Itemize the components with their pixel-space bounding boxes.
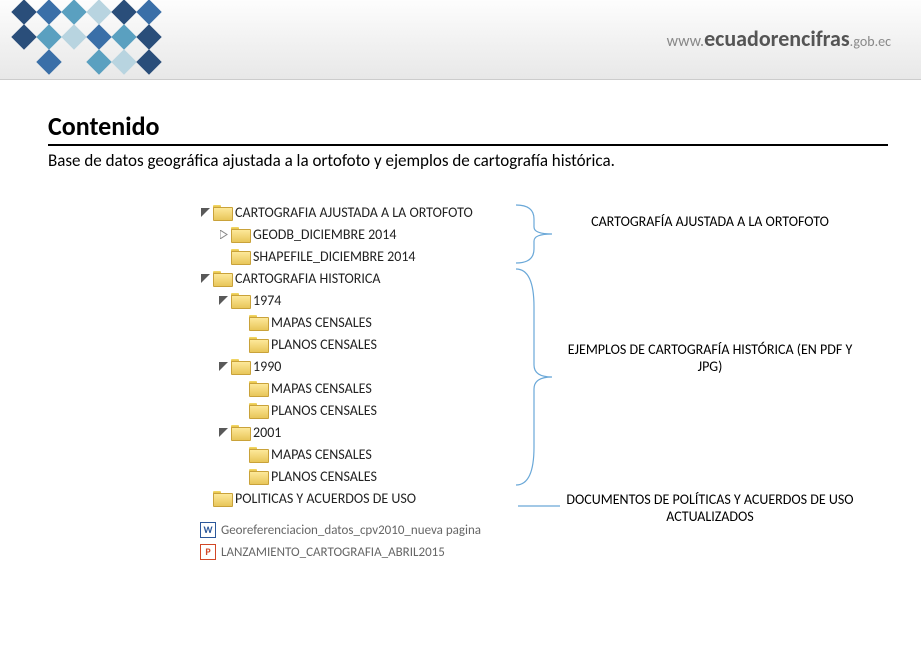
folder-icon [231,293,249,307]
page-title: Contenido [48,110,888,146]
tree-folder-1990-planos[interactable]: PLANOS CENSALES [200,399,520,421]
arrow-spacer [218,251,229,262]
tree-folder-1990-mapas[interactable]: MAPAS CENSALES [200,377,520,399]
annotation-politicas: DOCUMENTOS DE POLÍTICAS Y ACUERDOS DE US… [560,491,860,525]
expand-arrow-icon[interactable] [218,361,229,372]
word-icon: W [200,522,216,538]
bracket-icon [516,267,556,487]
folder-icon [249,469,267,483]
expand-arrow-icon[interactable] [218,427,229,438]
folder-icon [249,447,267,461]
tree-label: 2001 [253,424,281,441]
annotations-panel: CARTOGRAFÍA AJUSTADA A LA ORTOFOTO EJEMP… [540,201,880,563]
tree-folder-1974-planos[interactable]: PLANOS CENSALES [200,333,520,355]
connector-line-icon [518,501,562,511]
logo-cubes [0,0,200,85]
url-domain: ecuadorencifras [704,25,850,52]
arrow-spacer [236,449,247,460]
annotation-ortofoto: CARTOGRAFÍA AJUSTADA A LA ORTOFOTO [560,213,860,230]
folder-icon [213,271,231,285]
tree-folder-politicas[interactable]: POLITICAS Y ACUERDOS DE USO [200,487,520,509]
folder-icon [231,227,249,241]
url-www: www. [667,32,704,51]
expand-arrow-icon[interactable] [200,273,211,284]
header-url: www.ecuadorencifras.gob.ec [667,25,891,52]
arrow-spacer [200,493,211,504]
folder-icon [213,491,231,505]
tree-folder-shapefile[interactable]: SHAPEFILE_DICIEMBRE 2014 [200,245,520,267]
tree-label: PLANOS CENSALES [271,402,377,419]
tree-label: SHAPEFILE_DICIEMBRE 2014 [253,248,416,265]
collapse-arrow-icon[interactable] [218,229,229,240]
folder-icon [249,315,267,329]
tree-label: CARTOGRAFIA AJUSTADA A LA ORTOFOTO [235,204,473,221]
tree-folder-1990[interactable]: 1990 [200,355,520,377]
content-area: CARTOGRAFIA AJUSTADA A LA ORTOFOTO GEODB… [200,201,921,563]
arrow-spacer [236,405,247,416]
tree-folder-2001-mapas[interactable]: MAPAS CENSALES [200,443,520,465]
folder-icon [231,249,249,263]
tree-label: MAPAS CENSALES [271,314,372,331]
folder-icon [249,381,267,395]
tree-folder-cartografia-historica[interactable]: CARTOGRAFIA HISTORICA [200,267,520,289]
arrow-spacer [236,471,247,482]
tree-label: PLANOS CENSALES [271,468,377,485]
bracket-icon [516,203,556,265]
annotation-historica: EJEMPLOS DE CARTOGRAFÍA HISTÓRICA (EN PD… [560,341,860,375]
url-tld: .gob.ec [850,33,891,50]
folder-icon [231,359,249,373]
tree-file-word[interactable]: W Georeferenciacion_datos_cpv2010_nueva … [200,519,520,541]
powerpoint-icon: P [200,544,216,560]
tree-label: GEODB_DICIEMBRE 2014 [253,226,396,243]
folder-icon [249,403,267,417]
tree-label: 1990 [253,358,281,375]
tree-label: CARTOGRAFIA HISTORICA [235,270,380,287]
folder-icon [213,205,231,219]
tree-label: Georeferenciacion_datos_cpv2010_nueva pa… [221,523,481,538]
folder-icon [231,425,249,439]
expand-arrow-icon[interactable] [200,207,211,218]
tree-label: PLANOS CENSALES [271,336,377,353]
tree-label: LANZAMIENTO_CARTOGRAFIA_ABRIL2015 [221,545,445,560]
header-bar: www.ecuadorencifras.gob.ec [0,0,921,80]
tree-folder-2001[interactable]: 2001 [200,421,520,443]
expand-arrow-icon[interactable] [218,295,229,306]
arrow-spacer [236,317,247,328]
tree-label: POLITICAS Y ACUERDOS DE USO [235,490,416,507]
tree-file-ppt[interactable]: P LANZAMIENTO_CARTOGRAFIA_ABRIL2015 [200,541,520,563]
tree-label: 1974 [253,292,281,309]
arrow-spacer [236,339,247,350]
tree-folder-cartografia-ortofoto[interactable]: CARTOGRAFIA AJUSTADA A LA ORTOFOTO [200,201,520,223]
tree-label: MAPAS CENSALES [271,446,372,463]
tree-folder-geodb[interactable]: GEODB_DICIEMBRE 2014 [200,223,520,245]
tree-folder-1974-mapas[interactable]: MAPAS CENSALES [200,311,520,333]
arrow-spacer [236,383,247,394]
tree-folder-1974[interactable]: 1974 [200,289,520,311]
page-subtitle: Base de datos geográfica ajustada a la o… [48,150,921,171]
tree-label: MAPAS CENSALES [271,380,372,397]
tree-folder-2001-planos[interactable]: PLANOS CENSALES [200,465,520,487]
folder-tree: CARTOGRAFIA AJUSTADA A LA ORTOFOTO GEODB… [200,201,520,563]
folder-icon [249,337,267,351]
